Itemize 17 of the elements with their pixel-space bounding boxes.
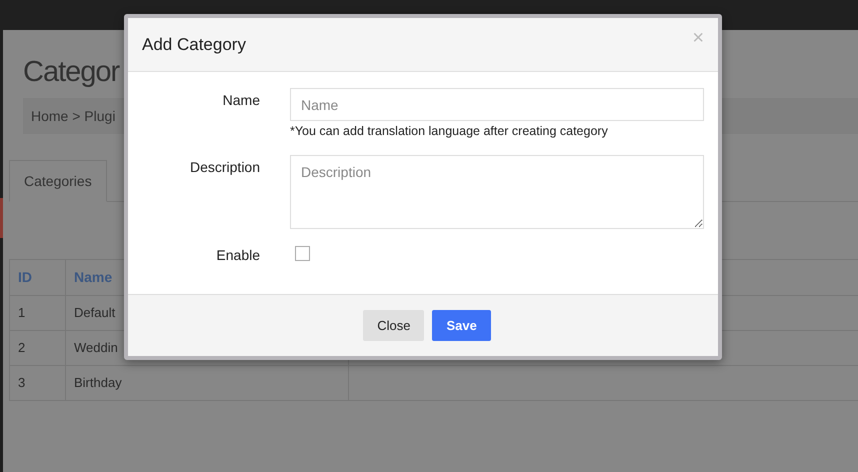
table-cell: 2 [10,331,66,365]
close-button[interactable]: Close [363,310,424,341]
field-label: Description [190,158,260,177]
page-heading: Categor [23,56,120,88]
table-cell: 3 [10,366,66,400]
dialog-title: Add Category [142,34,246,56]
breadcrumb: Home > Plugi [31,106,116,126]
field-label: Name [222,91,260,110]
save-button[interactable]: Save [432,310,491,341]
table-cell: 1 [10,296,66,330]
name-field[interactable]: Name [290,88,704,121]
hint-text: *You can add translation language after creating category [290,123,609,140]
description-field[interactable]: Description [290,154,704,229]
column-header: ID [10,260,66,295]
table-cell: Birthday [66,366,349,400]
enable-checkbox[interactable] [295,246,310,261]
tab[interactable]: Categories [9,160,107,202]
